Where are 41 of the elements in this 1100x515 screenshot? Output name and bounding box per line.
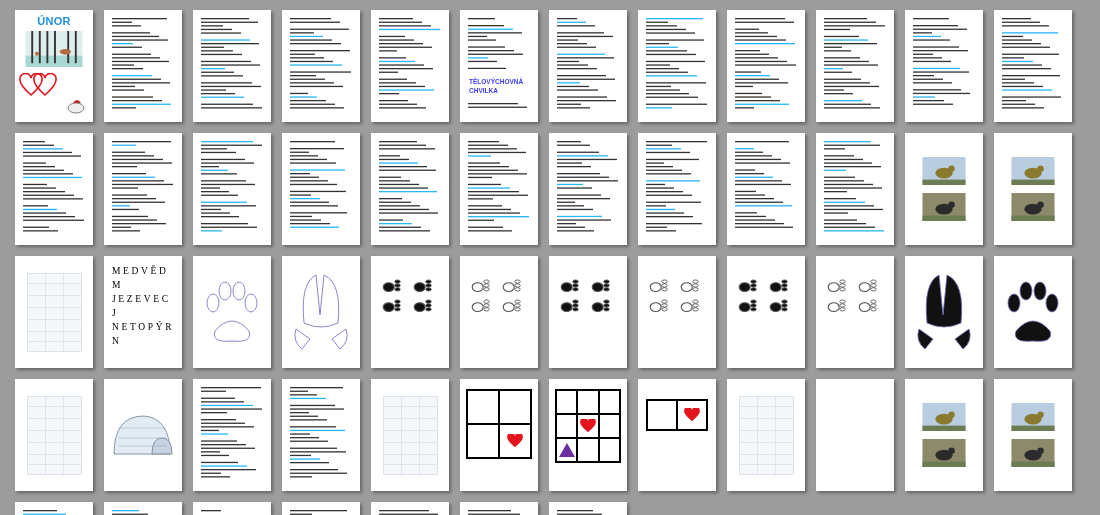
paw-print-icon [648,298,670,314]
paw-print-icon [679,278,701,294]
hearts-icon [19,73,59,97]
igloo-drawing [113,415,173,455]
word-text: NETOPÝR [112,322,176,333]
word-text: MEDVĚD [112,266,170,277]
paw-print-icon [412,298,434,314]
cover-title: ÚNOR [37,16,71,27]
paw-print-icon [737,278,759,294]
paw-print-icon [826,278,848,294]
word-text: N [112,336,123,347]
word-text: M [112,280,125,291]
paw-print-icon [857,278,879,294]
triangle-icon [558,443,575,457]
heart-icon [507,434,523,448]
paw-print-drawing [1007,281,1059,343]
heart-icon [580,419,596,433]
paw-print-icon [381,298,403,314]
paw-print-icon [590,298,612,314]
text-lines-drawing [468,103,527,108]
text-lines-drawing [468,18,523,70]
paw-print-icon [826,298,848,314]
paw-print-icon [648,278,670,294]
paw-print-icon [501,298,523,314]
paw-print-icon [559,278,581,294]
paw-print-icon [470,298,492,314]
paw-print-icon [501,278,523,294]
word-text: JEZEVEC [112,294,172,305]
heart-icon [684,408,700,422]
paw-print-icon [768,298,790,314]
paw-print-icon [857,298,879,314]
paw-print-icon [559,298,581,314]
paw-print-icon [381,278,403,294]
word-text: J [112,308,120,319]
paw-print-icon [679,298,701,314]
paw-print-icon [412,278,434,294]
paw-print-icon [470,278,492,294]
paw-print-icon [737,298,759,314]
paw-print-drawing [206,281,258,343]
paw-print-icon [768,278,790,294]
paw-print-icon [590,278,612,294]
